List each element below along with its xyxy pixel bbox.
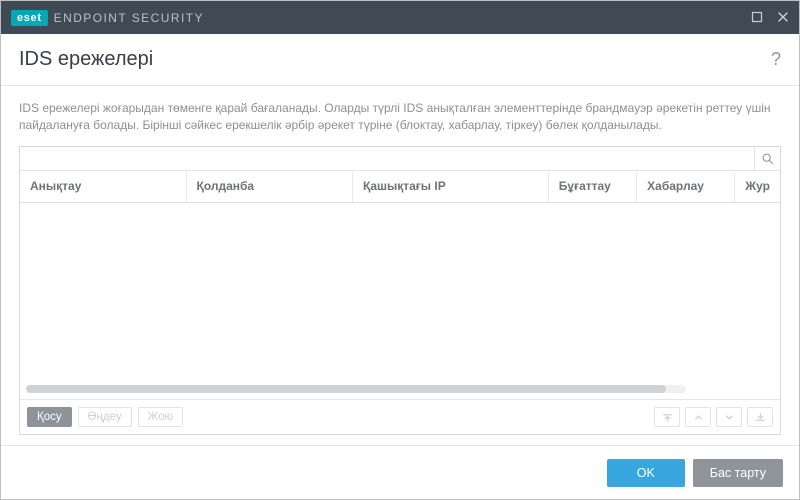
- col-log[interactable]: Жур: [735, 171, 780, 202]
- col-block[interactable]: Бұғаттау: [549, 171, 637, 202]
- col-detection[interactable]: Анықтау: [20, 171, 187, 202]
- title-bar: eset ENDPOINT SECURITY: [1, 1, 799, 34]
- table-action-row: Қосу Өңдеу Жою: [20, 399, 780, 434]
- move-up-icon: [685, 407, 711, 427]
- table-body: [20, 203, 780, 399]
- page-header: IDS ережелері ?: [1, 34, 799, 86]
- col-application[interactable]: Қолданба: [187, 171, 354, 202]
- ok-button[interactable]: OK: [607, 459, 685, 487]
- brand: eset ENDPOINT SECURITY: [11, 10, 204, 26]
- description-text: IDS ережелері жоғарыдан төменге қарай ба…: [19, 100, 781, 134]
- move-down-icon: [716, 407, 742, 427]
- horizontal-scrollbar[interactable]: [26, 385, 686, 393]
- col-notify[interactable]: Хабарлау: [637, 171, 735, 202]
- app-window: eset ENDPOINT SECURITY IDS ережелері ? I…: [0, 0, 800, 500]
- delete-button: Жою: [138, 407, 184, 427]
- move-top-icon: [654, 407, 680, 427]
- rules-table-card: Анықтау Қолданба Қашықтағы IP Бұғаттау Х…: [19, 146, 781, 435]
- cancel-button[interactable]: Бас тарту: [693, 459, 783, 487]
- panel-body: IDS ережелері жоғарыдан төменге қарай ба…: [1, 86, 799, 445]
- window-close-icon[interactable]: [777, 11, 789, 25]
- help-icon[interactable]: ?: [771, 49, 781, 70]
- brand-text: ENDPOINT SECURITY: [54, 11, 204, 25]
- add-button[interactable]: Қосу: [27, 407, 72, 427]
- search-icon[interactable]: [754, 146, 780, 170]
- table-header: Анықтау Қолданба Қашықтағы IP Бұғаттау Х…: [20, 171, 780, 203]
- brand-badge: eset: [11, 10, 48, 26]
- window-minmax-icon[interactable]: [751, 11, 763, 25]
- col-remote-ip[interactable]: Қашықтағы IP: [353, 171, 549, 202]
- scrollbar-thumb[interactable]: [26, 385, 666, 393]
- edit-button: Өңдеу: [78, 407, 132, 427]
- page-title: IDS ережелері: [19, 48, 153, 71]
- dialog-footer: OK Бас тарту: [1, 445, 799, 499]
- table-search-row: [20, 147, 780, 171]
- move-bottom-icon: [747, 407, 773, 427]
